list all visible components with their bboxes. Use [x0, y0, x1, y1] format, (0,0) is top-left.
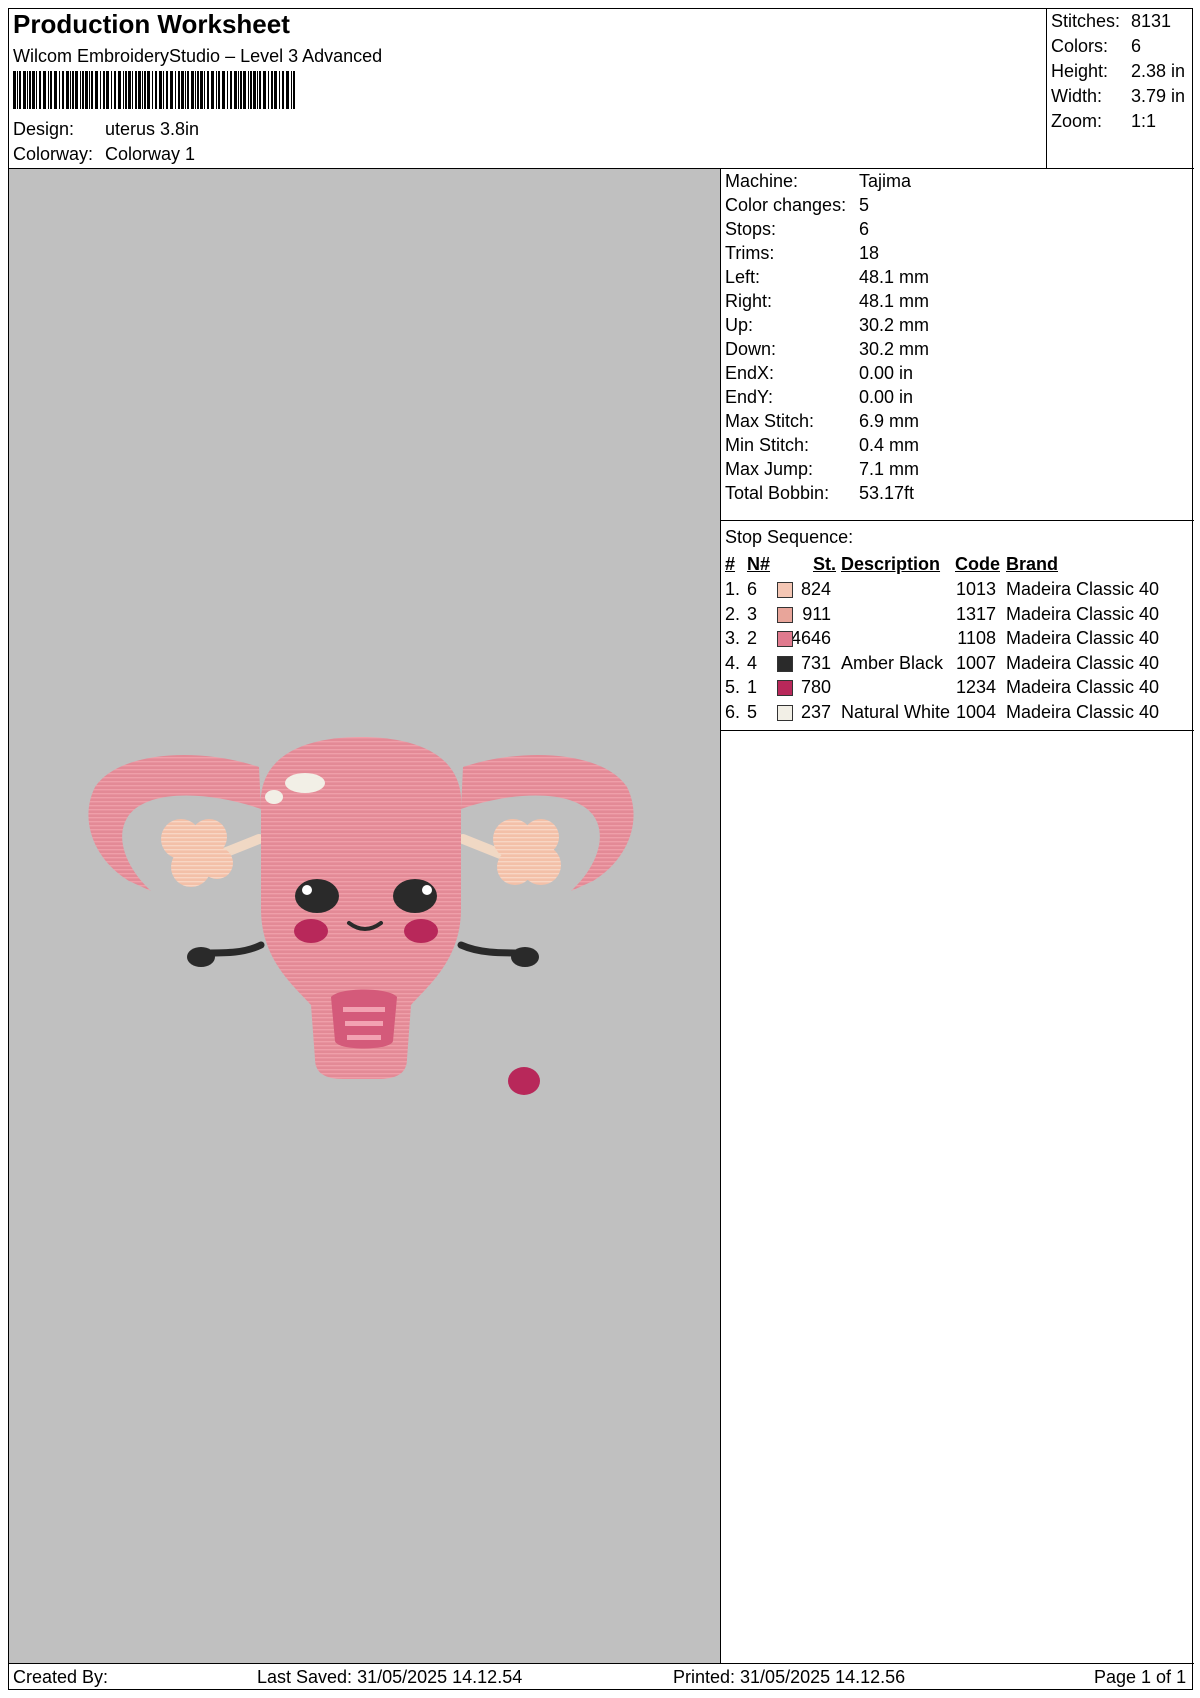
stop-row-brand: Madeira Classic 40: [1006, 628, 1160, 648]
height-value: 2.38 in: [1131, 61, 1186, 81]
zoom-label: Zoom:: [1051, 111, 1103, 131]
width-value: 3.79 in: [1131, 86, 1186, 106]
stop-row-needle: 2: [747, 628, 758, 648]
stop-row-code: 1234: [955, 677, 996, 697]
stop-row-stitches: 824: [800, 579, 831, 599]
width-label: Width:: [1051, 86, 1103, 106]
uterus-embroidery-image: [88, 737, 634, 1095]
stop-row-code: 1108: [957, 628, 996, 648]
stop-row-num: 1.: [725, 579, 741, 599]
stop-row-brand: Madeira Classic 40: [1006, 677, 1160, 697]
stop-row-brand: Madeira Classic 40: [1006, 603, 1160, 624]
last-saved: Last Saved: 31/05/2025 14.12.54: [257, 1667, 523, 1687]
machine-info-panel: Machine: Tajima Color changes: 5 Stops: 6 T…: [721, 169, 1194, 521]
stop-row-code: 1007: [955, 652, 996, 673]
page-number: Page 1 of 1: [1094, 1667, 1187, 1687]
stop-sequence-title: Stop Sequence:: [725, 527, 854, 547]
color-swatch: [777, 680, 793, 696]
stop-row-code: 1004: [955, 701, 996, 722]
printed-date: Printed: 31/05/2025 14.12.56: [673, 1667, 906, 1687]
color-swatch: [777, 606, 793, 623]
left-ovary: [161, 819, 233, 887]
stop-row-description: Natural White: [841, 701, 951, 722]
col-num: #: [725, 554, 736, 574]
stop-row-stitches: 731: [800, 652, 831, 673]
stop-row: 3. 2 4646 1108 Madeira Classic 40: [721, 628, 1194, 653]
stop-row: 5. 1 780 1234 Madeira Classic 40: [721, 677, 1194, 702]
color-swatch: [777, 704, 793, 721]
footer: Created By: Last Saved: 31/05/2025 14.12…: [9, 1663, 1194, 1691]
colors-label: Colors:: [1051, 36, 1109, 56]
color-swatch: [777, 582, 793, 598]
col-code: Code: [955, 554, 1000, 574]
stop-row-num: 3.: [725, 628, 741, 648]
color-swatch: [777, 631, 793, 647]
colorway-value: Colorway 1: [105, 144, 196, 164]
stop-row-num: 6.: [725, 701, 741, 722]
stop-row: 6. 5 237 Natural White 1004 Madeira Classic 4…: [721, 702, 1194, 727]
summary-panel: Stitches: 8131 Colors: 6 Height: 2.38 in…: [1047, 9, 1194, 169]
design-value: uterus 3.8in: [105, 119, 200, 139]
stop-row-needle: 1: [747, 677, 758, 697]
worksheet: Production Worksheet Wilcom EmbroiderySt…: [8, 8, 1194, 1691]
stop-row-stitches: 237: [800, 701, 831, 722]
height-label: Height:: [1051, 61, 1109, 81]
design-label: Design:: [13, 119, 75, 139]
stop-row-num: 2.: [725, 603, 741, 624]
barcode: [13, 71, 295, 109]
stop-row: 4. 4 731 Amber Black 1007 Madeira Classic 40: [721, 653, 1194, 678]
col-description: Description: [841, 554, 941, 574]
colors-value: 6: [1131, 36, 1142, 56]
stop-row-code: 1317: [955, 603, 996, 624]
stop-row-needle: 3: [747, 603, 758, 624]
stitches-label: Stitches:: [1051, 11, 1121, 31]
stop-row-stitches: 780: [800, 677, 831, 697]
stop-row-needle: 4: [747, 652, 758, 673]
colorway-label: Colorway:: [13, 144, 94, 164]
stop-row-code: 1013: [955, 579, 996, 599]
stop-row-brand: Madeira Classic 40: [1006, 701, 1160, 722]
software-name: Wilcom EmbroideryStudio – Level 3 Advanc…: [13, 46, 383, 66]
stop-row-stitches: 4646: [790, 628, 831, 648]
stop-sequence-panel: Stop Sequence: # N# St. Description Code…: [721, 521, 1194, 731]
stop-row: 1. 6 824 1013 Madeira Classic 40: [721, 579, 1194, 604]
color-swatch: [777, 655, 793, 672]
stop-row-num: 4.: [725, 652, 741, 673]
created-by: Created By:: [13, 1667, 109, 1687]
col-stitches: St.: [813, 554, 837, 574]
page-title: Production Worksheet: [13, 9, 290, 39]
stop-row-brand: Madeira Classic 40: [1006, 579, 1160, 599]
header-panel: Production Worksheet Wilcom EmbroiderySt…: [9, 9, 1047, 169]
col-brand: Brand: [1006, 554, 1059, 574]
stop-row-brand: Madeira Classic 40: [1006, 652, 1160, 673]
stop-row-description: Amber Black: [841, 652, 944, 673]
stop-row-needle: 6: [747, 579, 758, 599]
stitches-value: 8131: [1131, 11, 1172, 31]
col-needle: N#: [747, 554, 771, 574]
right-ovary: [493, 819, 561, 885]
design-preview: [9, 169, 721, 1663]
stop-row-num: 5.: [725, 677, 741, 697]
stop-row-stitches: 911: [802, 603, 831, 624]
stop-row-needle: 5: [747, 701, 758, 722]
stop-row: 2. 3 911 1317 Madeira Classic 40: [721, 604, 1194, 629]
zoom-value: 1:1: [1131, 111, 1157, 131]
